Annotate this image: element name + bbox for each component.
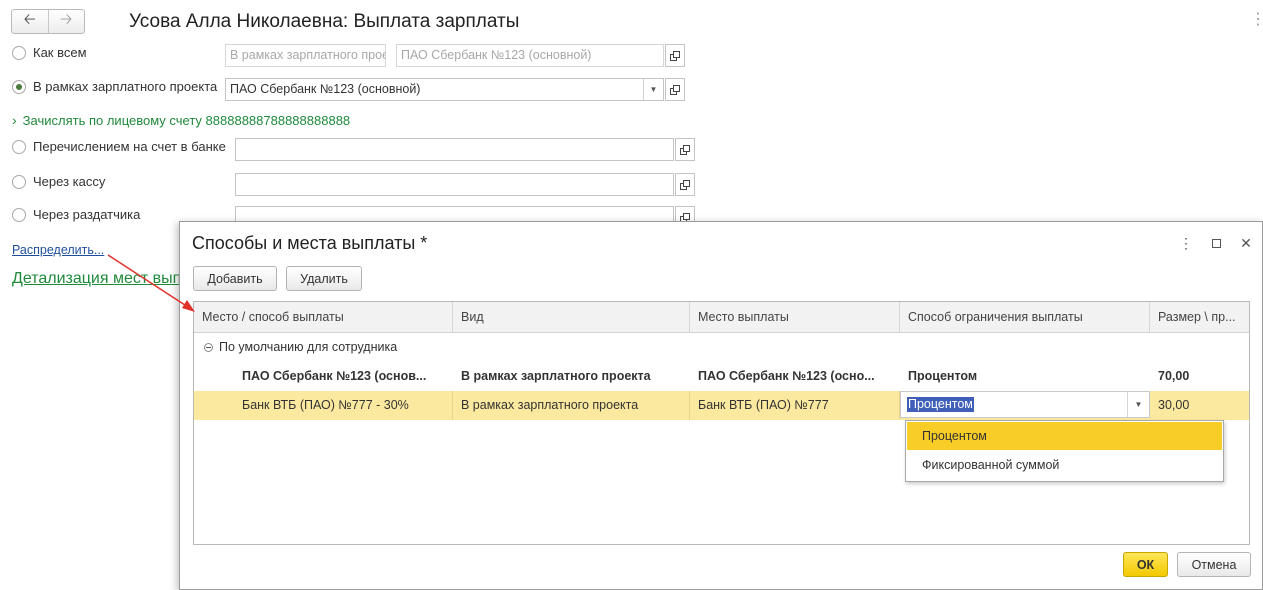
option-label: Как всем (33, 45, 87, 60)
more-icon[interactable]: ⋮ (1250, 12, 1263, 28)
kind-cell: В рамках зарплатного проекта (453, 391, 690, 420)
place-cell: ПАО Сбербанк №123 (осно... (698, 369, 875, 383)
open-icon[interactable] (675, 173, 695, 196)
option-label: В рамках зарплатного проекта (33, 79, 218, 94)
option-salary-project[interactable]: В рамках зарплатного проекта (12, 79, 217, 94)
dialog-title: Способы и места выплаты * (192, 233, 428, 253)
delete-button[interactable]: Удалить (286, 266, 362, 291)
column-header[interactable]: Размер \ пр... (1150, 302, 1249, 333)
account-link-label: Зачислять по лицевому счету 888888887888… (22, 112, 351, 128)
distribute-link[interactable]: Распределить... (12, 243, 104, 257)
table-header: Место / способ выплаты Вид Место выплаты… (194, 302, 1249, 333)
salary-project-select[interactable]: ПАО Сбербанк №123 (основной) ▼ (225, 78, 664, 101)
collapse-icon[interactable] (204, 343, 213, 352)
cancel-button[interactable]: Отмена (1177, 552, 1251, 577)
open-icon[interactable] (665, 78, 685, 101)
ok-button[interactable]: ОК (1123, 552, 1168, 577)
page-title: Усова Алла Николаевна: Выплата зарплаты (129, 11, 520, 32)
table-row[interactable]: ПАО Сбербанк №123 (основ... В рамках зар… (194, 362, 1249, 391)
dropdown-option-percent[interactable]: Процентом (907, 422, 1222, 450)
column-header[interactable]: Способ ограничения выплаты (900, 302, 1150, 333)
nav-buttons: 🡠 🡢 (11, 9, 85, 34)
open-icon[interactable] (675, 138, 695, 161)
option-label: Через раздатчика (33, 207, 141, 222)
chevron-down-icon[interactable]: ▼ (643, 79, 663, 100)
radio-icon[interactable] (12, 207, 26, 222)
cashdesk-field[interactable] (235, 173, 674, 196)
chevron-right-icon: › (12, 112, 17, 128)
place-method-cell: ПАО Сбербанк №123 (основ... (242, 369, 427, 383)
salary-project-value: ПАО Сбербанк №123 (основной) (230, 82, 421, 96)
chevron-down-icon[interactable]: ▼ (1127, 392, 1149, 417)
column-header[interactable]: Вид (453, 302, 690, 333)
place-method-cell: Банк ВТБ (ПАО) №777 - 30% (234, 391, 453, 420)
radio-checked-icon[interactable] (12, 79, 26, 94)
place-cell: Банк ВТБ (ПАО) №777 (690, 391, 900, 420)
size-cell: 30,00 (1158, 398, 1190, 412)
size-cell: 70,00 (1158, 369, 1190, 383)
like-all-kind-field: В рамках зарплатного прое (225, 44, 386, 67)
column-header[interactable]: Место / способ выплаты (194, 302, 453, 333)
limit-method-cell: Процентом (908, 369, 978, 383)
option-like-all[interactable]: Как всем (12, 45, 87, 60)
radio-icon[interactable] (12, 174, 26, 189)
limit-method-value: Процентом (907, 397, 974, 412)
limit-method-editor[interactable]: Процентом ▼ (900, 391, 1150, 418)
like-all-place-field: ПАО Сбербанк №123 (основной) (396, 44, 664, 67)
option-label: Перечислением на счет в банке (33, 139, 226, 154)
limit-method-dropdown: Процентом Фиксированной суммой (905, 420, 1224, 482)
option-bank-transfer[interactable]: Перечислением на счет в банке (12, 139, 226, 154)
dropdown-option-fixed[interactable]: Фиксированной суммой (907, 451, 1222, 479)
column-header[interactable]: Место выплаты (690, 302, 900, 333)
option-cashdesk[interactable]: Через кассу (12, 174, 105, 189)
group-row[interactable]: По умолчанию для сотрудника (194, 333, 1249, 362)
group-label: По умолчанию для сотрудника (219, 340, 398, 354)
radio-icon[interactable] (12, 45, 26, 60)
back-arrow-icon[interactable]: 🡠 (12, 10, 48, 33)
account-link[interactable]: › Зачислять по лицевому счету 8888888878… (12, 112, 350, 128)
dialog-controls: ⋮ ✕ (1178, 235, 1254, 251)
kind-cell: В рамках зарплатного проекта (461, 369, 651, 383)
open-icon[interactable] (665, 44, 685, 67)
option-distributor[interactable]: Через раздатчика (12, 207, 140, 222)
maximize-icon[interactable] (1208, 235, 1224, 251)
forward-arrow-icon[interactable]: 🡢 (47, 10, 85, 33)
radio-icon[interactable] (12, 139, 26, 154)
add-button[interactable]: Добавить (193, 266, 277, 291)
more-icon[interactable]: ⋮ (1178, 235, 1194, 251)
close-icon[interactable]: ✕ (1238, 235, 1254, 251)
payment-methods-dialog: Способы и места выплаты * ⋮ ✕ Добавить У… (179, 221, 1263, 590)
option-label: Через кассу (33, 174, 106, 189)
bank-account-field[interactable] (235, 138, 674, 161)
